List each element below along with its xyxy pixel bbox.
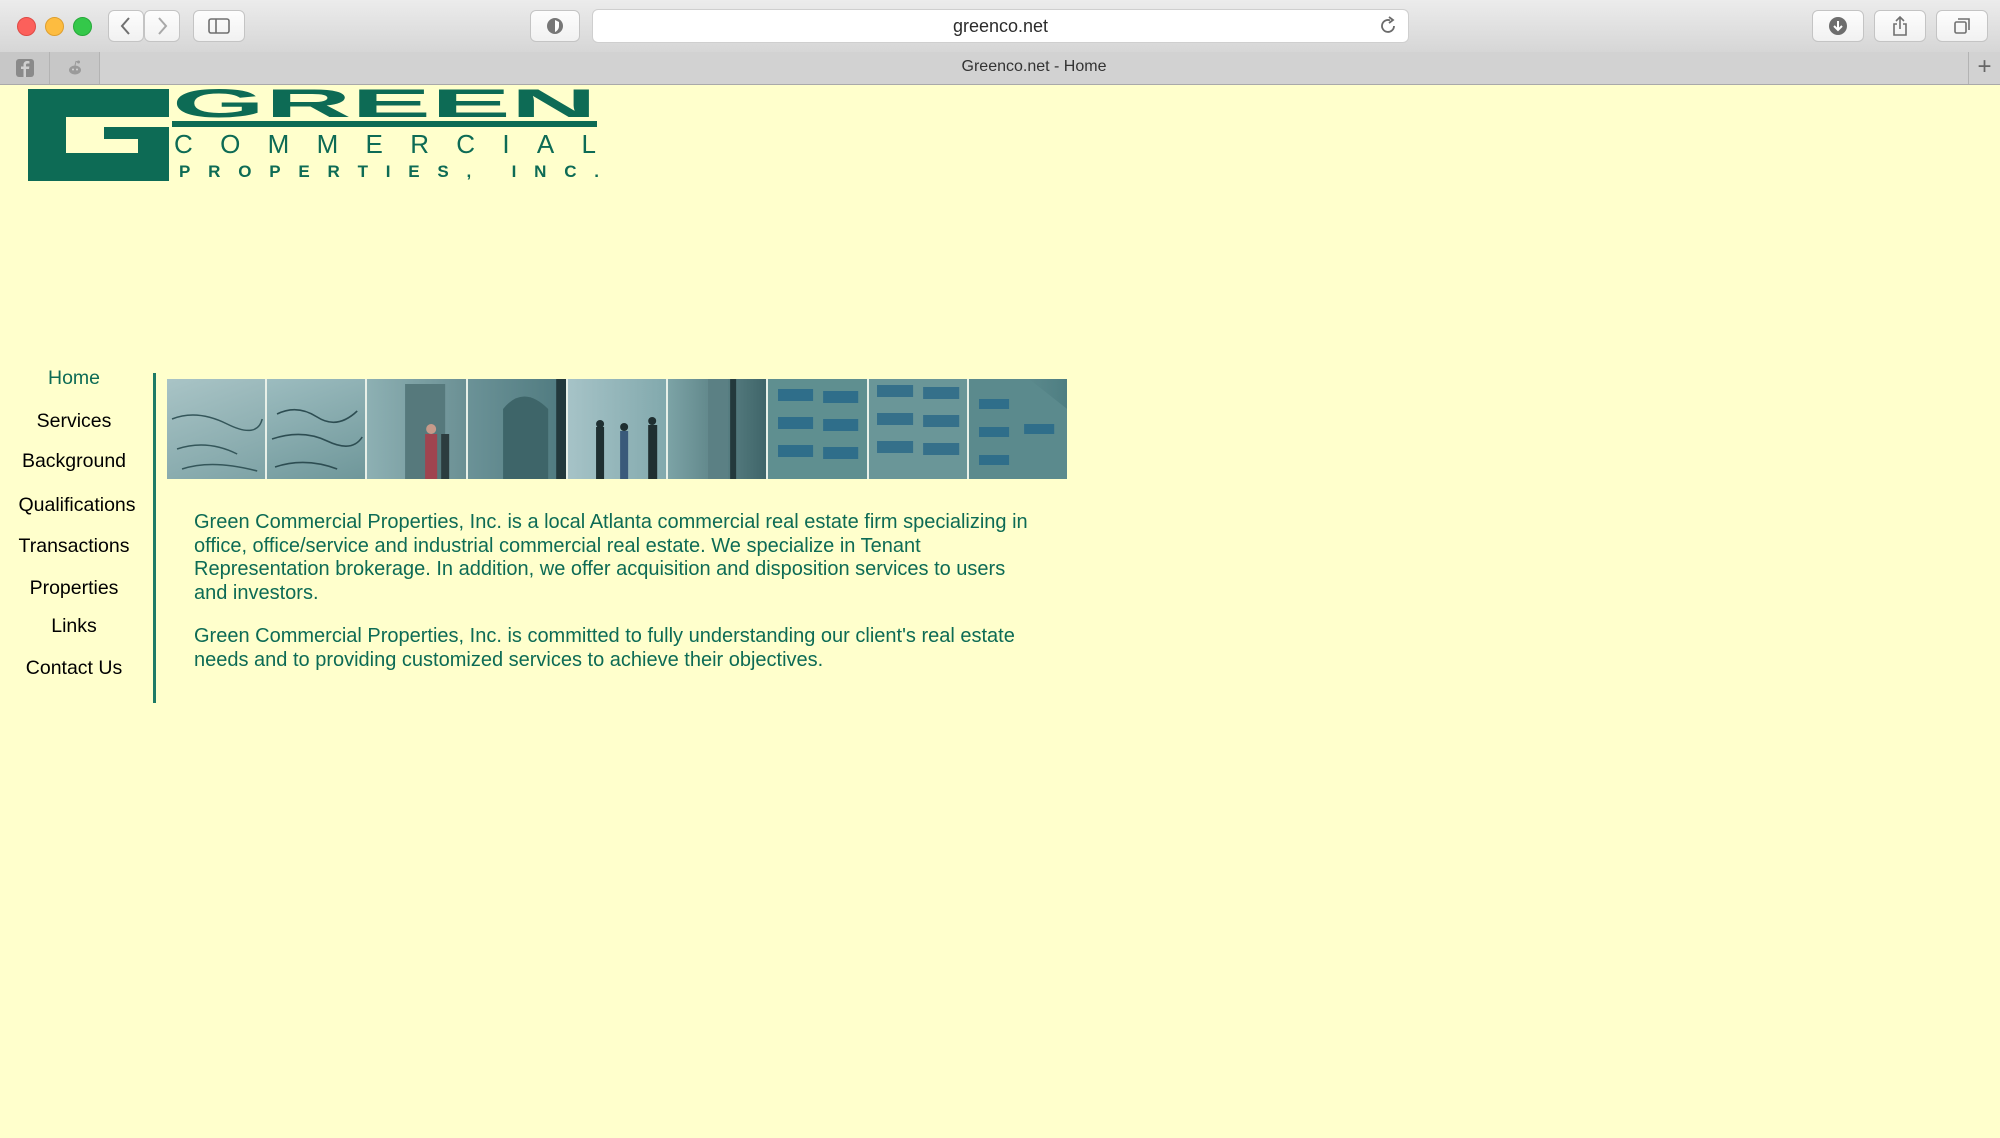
downloads-button[interactable] xyxy=(1812,10,1864,42)
nav-transactions[interactable]: Transactions xyxy=(0,535,148,558)
new-tab-button[interactable]: + xyxy=(1968,52,2000,84)
active-tab-title[interactable]: Greenco.net - Home xyxy=(100,58,1968,76)
banner-image-strip xyxy=(167,379,1067,479)
banner-panel-blueprint xyxy=(167,379,266,479)
banner-panel-corridor xyxy=(668,379,767,479)
pinned-tab-reddit[interactable] xyxy=(50,52,100,84)
tabs-overview-icon xyxy=(1954,18,1970,34)
banner-panel-building-facade xyxy=(868,379,967,479)
browser-toolbar: greenco.net xyxy=(0,0,2000,53)
banner-panel-building-corner xyxy=(968,379,1067,479)
back-button[interactable] xyxy=(108,10,144,42)
banner-panel-building-windows xyxy=(768,379,867,479)
zoom-window-button[interactable] xyxy=(73,17,92,36)
logo-word-green: GREEN xyxy=(172,87,597,126)
nav-qualifications[interactable]: Qualifications xyxy=(3,494,151,517)
nav-background[interactable]: Background xyxy=(0,450,148,473)
logo-underline xyxy=(172,121,597,127)
pinned-tab-facebook[interactable] xyxy=(0,52,50,84)
chevron-left-icon xyxy=(120,17,130,35)
intro-paragraph: Green Commercial Properties, Inc. is a l… xyxy=(194,511,1028,604)
chevron-right-icon xyxy=(158,17,168,35)
forward-button[interactable] xyxy=(144,10,180,42)
tab-bar: Greenco.net - Home + xyxy=(0,52,2000,85)
banner-panel-window xyxy=(467,379,566,479)
nav-services[interactable]: Services xyxy=(0,410,148,433)
minimize-window-button[interactable] xyxy=(45,17,64,36)
nav-links[interactable]: Links xyxy=(0,615,148,638)
url-text: greenco.net xyxy=(952,16,1049,36)
privacy-shield-icon xyxy=(547,18,563,34)
privacy-shield-button[interactable] xyxy=(530,10,580,42)
address-bar[interactable]: greenco.net xyxy=(592,9,1409,43)
reload-icon[interactable] xyxy=(1378,16,1398,36)
main-content: Green Commercial Properties, Inc. is a l… xyxy=(194,511,1044,693)
nav-divider xyxy=(153,373,156,703)
nav-properties[interactable]: Properties xyxy=(0,577,148,600)
share-icon xyxy=(1893,15,1907,36)
web-page: GREEN COMMERCIAL PROPERTIES, INC. Home S… xyxy=(0,85,2000,1138)
banner-panel-handwriting xyxy=(267,379,366,479)
sidebar-icon xyxy=(208,18,230,34)
banner-panel-office-person xyxy=(367,379,466,479)
close-window-button[interactable] xyxy=(17,17,36,36)
download-icon xyxy=(1829,17,1847,35)
facebook-icon xyxy=(15,59,34,77)
tabs-overview-button[interactable] xyxy=(1936,10,1988,42)
sidebar-button[interactable] xyxy=(193,10,245,42)
share-button[interactable] xyxy=(1874,10,1926,42)
logo-word-properties: PROPERTIES, INC. xyxy=(179,162,599,181)
nav-contact-us[interactable]: Contact Us xyxy=(0,657,148,680)
logo-word-commercial: COMMERCIAL xyxy=(174,129,596,159)
reddit-icon xyxy=(68,60,81,75)
banner-panel-people-silhouettes xyxy=(567,379,667,479)
logo-g-mark xyxy=(28,89,169,181)
company-logo[interactable]: GREEN COMMERCIAL PROPERTIES, INC. xyxy=(14,87,604,181)
commitment-paragraph: Green Commercial Properties, Inc. is com… xyxy=(194,625,1015,671)
nav-home[interactable]: Home xyxy=(0,367,148,390)
